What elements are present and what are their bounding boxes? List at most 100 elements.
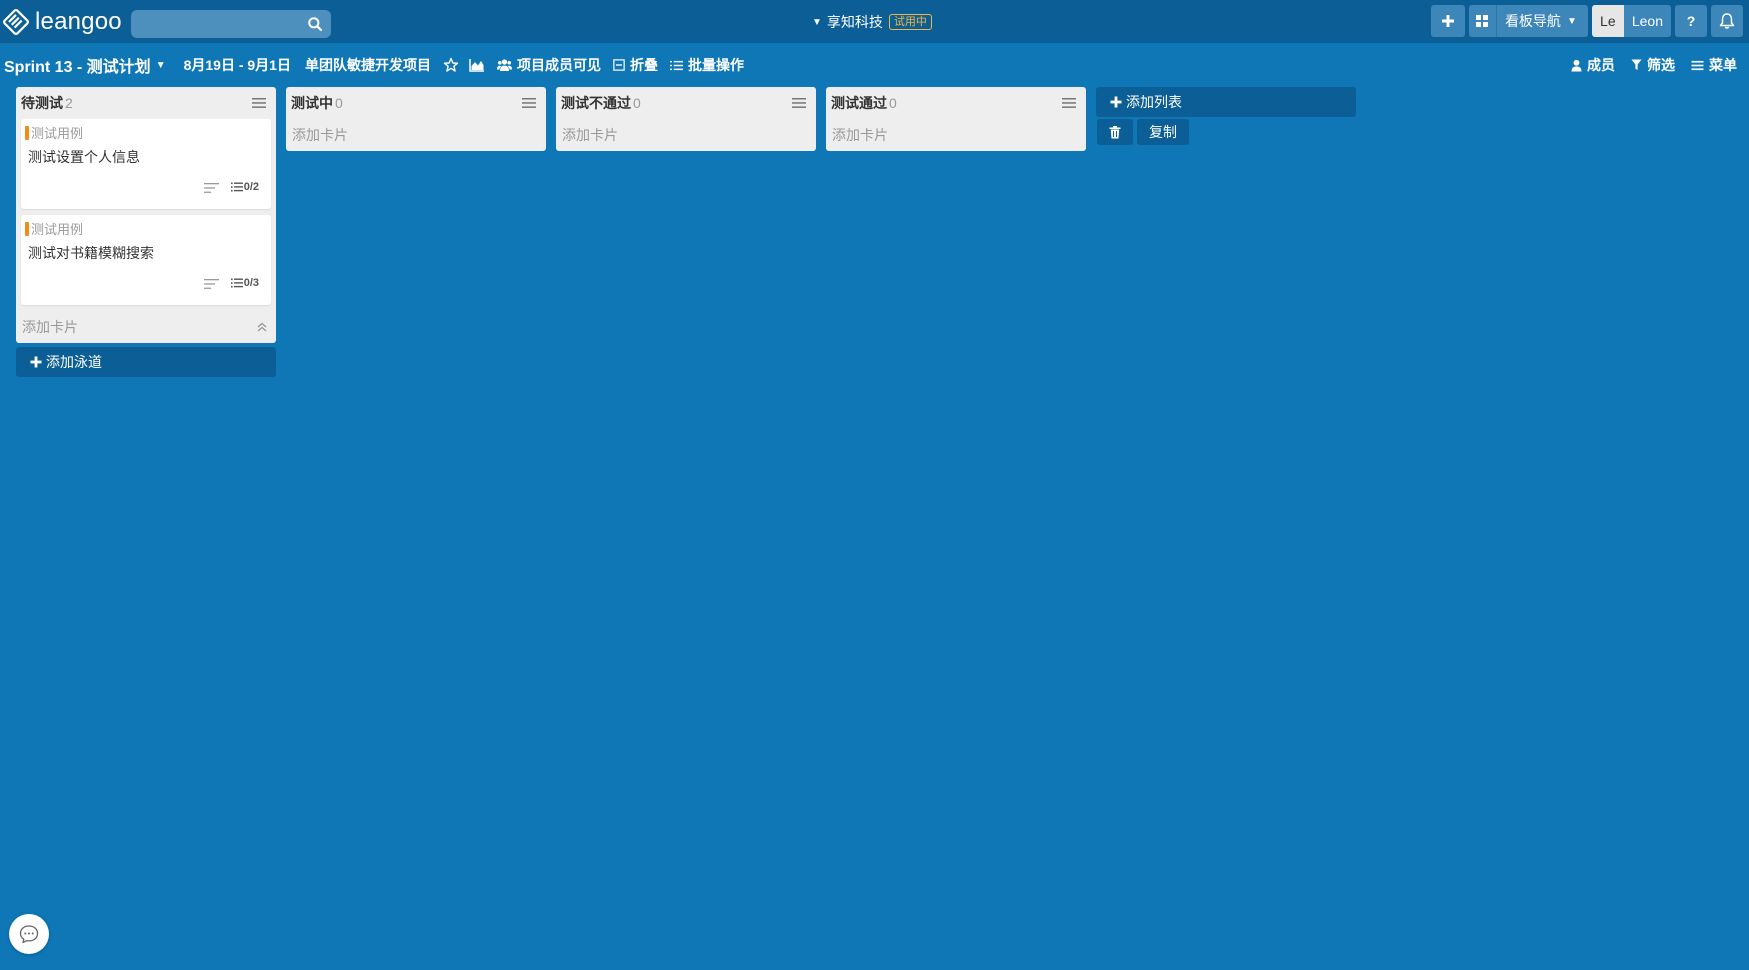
search-icon[interactable] bbox=[307, 16, 323, 32]
list-in-test: 测试中 0 添加卡片 bbox=[286, 87, 546, 151]
logo[interactable]: leangoo bbox=[2, 8, 122, 36]
top-right-toolbar: 看板导航 ▼ Le Leon ? bbox=[1427, 5, 1743, 37]
user-icon bbox=[1571, 59, 1582, 71]
card[interactable]: 测试用例 测试对书籍模糊搜索 0/3 bbox=[21, 215, 271, 305]
board-header: Sprint 13 - 测试计划 ▼ 8月19日 - 9月1日 单团队敏捷开发项… bbox=[0, 50, 1749, 80]
search-input[interactable] bbox=[131, 10, 301, 38]
create-button[interactable] bbox=[1430, 5, 1465, 37]
leangoo-logo-icon bbox=[3, 9, 29, 35]
card-tag: 测试用例 bbox=[25, 219, 83, 238]
collapse-label: 折叠 bbox=[629, 57, 658, 73]
list-menu-icon[interactable] bbox=[792, 97, 806, 109]
list-menu-icon[interactable] bbox=[522, 97, 536, 109]
chat-icon bbox=[19, 925, 39, 944]
list-header[interactable]: 测试通过 0 bbox=[826, 87, 1086, 119]
visibility-setting[interactable]: 项目成员可见 bbox=[496, 55, 601, 75]
board-title[interactable]: Sprint 13 - 测试计划 ▼ bbox=[4, 53, 166, 77]
collapse-square-icon bbox=[613, 59, 625, 71]
menu-button[interactable]: 菜单 bbox=[1691, 55, 1737, 75]
members-button[interactable]: 成员 bbox=[1571, 55, 1615, 75]
checklist-icon bbox=[230, 278, 243, 288]
plus-icon bbox=[1110, 96, 1122, 108]
help-button[interactable]: ? bbox=[1675, 5, 1707, 37]
list-pending-test: 待测试 2 测试用例 测试设置个人信息 0/2 测试用例 测试对书籍模糊搜索 0… bbox=[16, 87, 276, 343]
collapse-button[interactable]: 折叠 bbox=[613, 55, 658, 75]
list-title: 测试通过 bbox=[831, 95, 887, 111]
area-chart-icon[interactable] bbox=[469, 57, 485, 73]
list-header[interactable]: 测试中 0 bbox=[286, 87, 546, 119]
filter-icon bbox=[1631, 59, 1642, 71]
add-card-label: 添加卡片 bbox=[562, 127, 618, 143]
list-card-count: 2 bbox=[65, 95, 73, 111]
add-card-button[interactable]: 添加卡片 bbox=[16, 311, 276, 343]
card-tag: 测试用例 bbox=[25, 123, 83, 142]
add-card-button[interactable]: 添加卡片 bbox=[286, 119, 546, 151]
add-card-label: 添加卡片 bbox=[292, 127, 348, 143]
logo-text: leangoo bbox=[35, 8, 122, 35]
board-title-text: Sprint 13 - 测试计划 bbox=[4, 59, 151, 76]
card[interactable]: 测试用例 测试设置个人信息 0/2 bbox=[21, 119, 271, 209]
bell-icon bbox=[1719, 13, 1735, 29]
filter-button[interactable]: 筛选 bbox=[1631, 55, 1675, 75]
members-label: 成员 bbox=[1587, 57, 1615, 73]
checklist-badge: 0/3 bbox=[230, 277, 259, 289]
notifications-button[interactable] bbox=[1711, 5, 1743, 37]
caret-down-icon: ▼ bbox=[812, 16, 822, 28]
checklist-icon bbox=[230, 182, 243, 192]
batch-operation-button[interactable]: 批量操作 bbox=[670, 55, 744, 75]
add-list-button[interactable]: 添加列表 bbox=[1096, 87, 1356, 117]
card-title: 测试对书籍模糊搜索 bbox=[28, 245, 154, 261]
card-tag-label: 测试用例 bbox=[31, 126, 84, 141]
list-test-failed: 测试不通过 0 添加卡片 bbox=[556, 87, 816, 151]
project-name[interactable]: 单团队敏捷开发项目 bbox=[305, 55, 431, 75]
list-card-count: 0 bbox=[633, 95, 641, 111]
list-title: 待测试 bbox=[21, 95, 63, 111]
caret-down-icon: ▼ bbox=[155, 59, 166, 71]
menu-label: 菜单 bbox=[1709, 57, 1737, 73]
trial-badge: 试用中 bbox=[888, 14, 932, 30]
batch-operation-label: 批量操作 bbox=[687, 57, 744, 73]
avatar: Le bbox=[1591, 5, 1624, 37]
hamburger-icon bbox=[1691, 60, 1704, 70]
card-tag-label: 测试用例 bbox=[31, 222, 84, 237]
checklist-badge: 0/2 bbox=[230, 181, 259, 193]
visibility-label: 项目成员可见 bbox=[516, 57, 601, 73]
chevron-double-up-icon[interactable] bbox=[256, 321, 268, 333]
add-swimlane-label: 添加泳道 bbox=[46, 354, 102, 370]
star-icon[interactable] bbox=[443, 57, 459, 73]
list-menu-icon[interactable] bbox=[252, 97, 266, 109]
list-card-count: 0 bbox=[335, 95, 343, 111]
add-swimlane-button[interactable]: 添加泳道 bbox=[16, 347, 276, 377]
add-list-label: 添加列表 bbox=[1126, 94, 1182, 110]
add-card-button[interactable]: 添加卡片 bbox=[556, 119, 816, 151]
grid-icon bbox=[1469, 5, 1497, 37]
add-card-button[interactable]: 添加卡片 bbox=[826, 119, 1086, 151]
plus-icon bbox=[30, 356, 42, 368]
list-header[interactable]: 待测试 2 bbox=[16, 87, 276, 119]
list-menu-icon[interactable] bbox=[1062, 97, 1076, 109]
tag-color-bar bbox=[25, 125, 29, 140]
list-icon bbox=[670, 60, 683, 70]
org-switcher[interactable]: ▼ 享知科技 试用中 bbox=[812, 12, 932, 32]
user-name: Leon bbox=[1623, 5, 1671, 37]
list-header[interactable]: 测试不通过 0 bbox=[556, 87, 816, 119]
org-name: 享知科技 bbox=[826, 14, 883, 30]
search-box bbox=[131, 10, 331, 38]
list-title: 测试不通过 bbox=[561, 95, 631, 111]
tag-color-bar bbox=[25, 221, 29, 236]
checklist-progress: 0/2 bbox=[243, 181, 259, 193]
board-nav-button[interactable]: 看板导航 ▼ bbox=[1468, 5, 1588, 37]
delete-button[interactable] bbox=[1097, 119, 1133, 145]
sprint-date-range[interactable]: 8月19日 - 9月1日 bbox=[184, 55, 291, 75]
add-card-label: 添加卡片 bbox=[22, 319, 78, 335]
users-icon bbox=[496, 59, 512, 71]
chat-button[interactable] bbox=[9, 914, 49, 954]
list-test-passed: 测试通过 0 添加卡片 bbox=[826, 87, 1086, 151]
user-menu[interactable]: Le Leon bbox=[1591, 5, 1671, 37]
description-icon bbox=[204, 279, 219, 289]
add-card-label: 添加卡片 bbox=[832, 127, 888, 143]
plus-icon bbox=[1441, 15, 1454, 27]
top-navbar: leangoo ▼ 享知科技 试用中 看板导航 ▼ Le Leon ? bbox=[0, 0, 1749, 43]
copy-button[interactable]: 复制 bbox=[1137, 119, 1189, 145]
list-card-count: 0 bbox=[889, 95, 897, 111]
